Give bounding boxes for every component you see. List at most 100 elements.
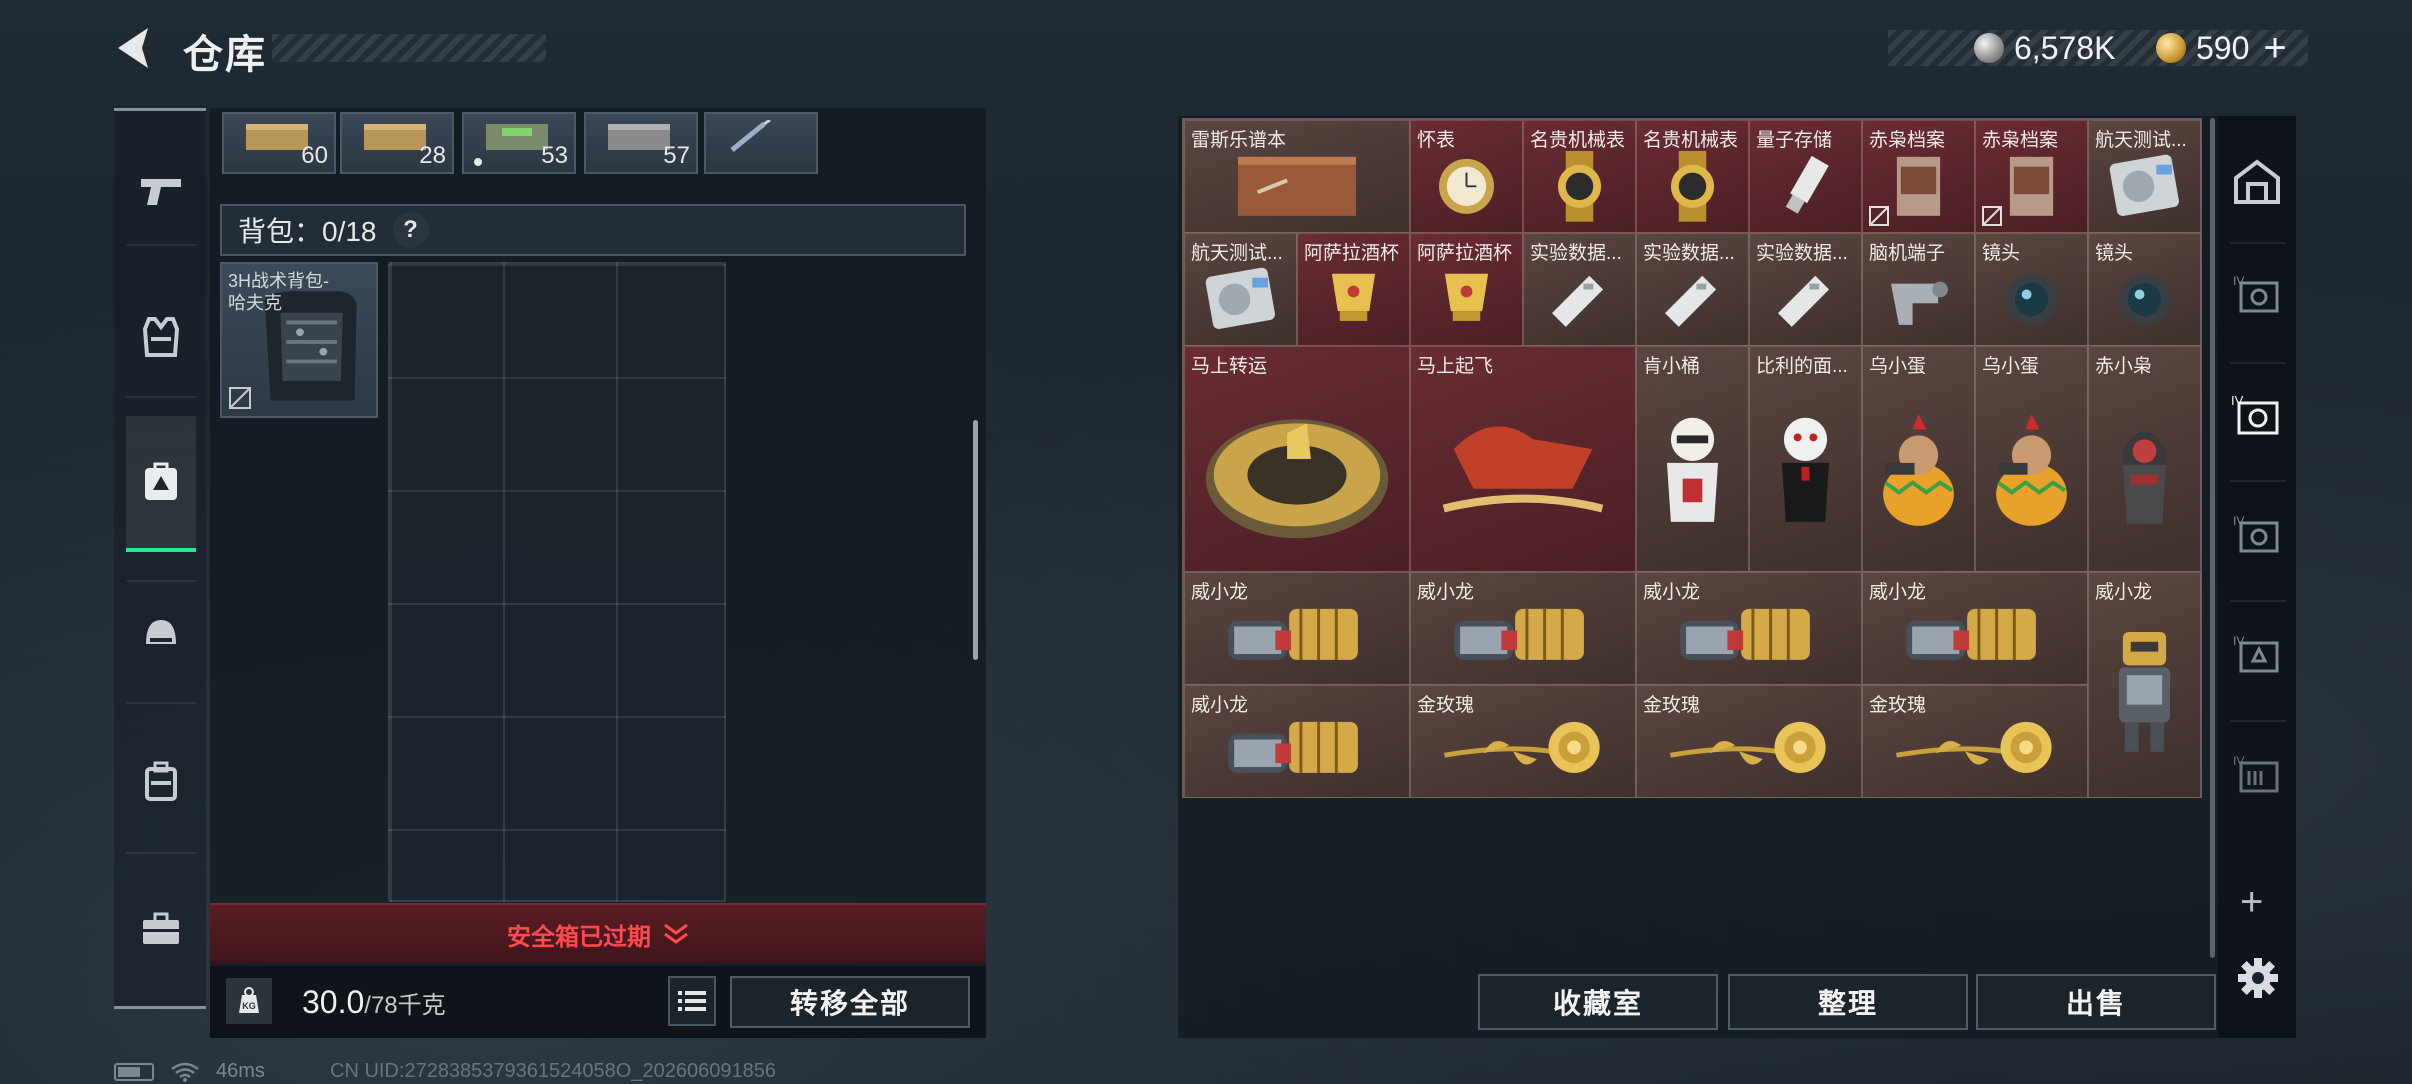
warehouse-item-slot[interactable]: 威小龙 — [1636, 572, 1862, 685]
item-name: 肯小桶 — [1643, 356, 1701, 377]
warehouse-item-slot[interactable]: 马上转运 — [1184, 346, 1410, 572]
list-view-button[interactable] — [668, 976, 716, 1026]
storage-tab-icon: IV — [2233, 754, 2279, 793]
warehouse-item-slot[interactable]: 乌小蛋 — [1975, 346, 2088, 572]
back-arrow-icon[interactable] — [112, 24, 156, 72]
item-name: 雷斯乐谱本 — [1191, 130, 1287, 151]
rail-toolbox[interactable] — [126, 884, 196, 974]
warehouse-scrollbar[interactable] — [2210, 118, 2215, 958]
warehouse-item-slot[interactable]: 镜头 — [1975, 233, 2088, 346]
storage-tab-icon: IV — [2231, 393, 2279, 435]
warehouse-item-slot[interactable]: 乌小蛋 — [1862, 346, 1975, 572]
tab-vault[interactable] — [2224, 148, 2290, 214]
gold-coin-icon — [2156, 33, 2186, 63]
item-name: 马上转运 — [1191, 356, 1268, 377]
warehouse-item-slot[interactable]: 怀表 — [1410, 120, 1523, 233]
item-name: 威小龙 — [1643, 582, 1701, 603]
rail-bottom-line — [114, 1006, 206, 1009]
armor-vest-icon — [142, 317, 180, 357]
warehouse-item-slot[interactable]: 实验数据... — [1636, 233, 1749, 346]
rail-top-line — [114, 108, 206, 111]
transfer-all-button[interactable]: 转移全部 — [730, 976, 970, 1028]
item-name: 金玫瑰 — [1869, 695, 1927, 716]
warehouse-item-slot[interactable]: 名贵机械表 — [1636, 120, 1749, 233]
stack-slot[interactable]: 57 — [584, 112, 698, 174]
item-name: 乌小蛋 — [1982, 356, 2040, 377]
battery-icon — [114, 1062, 154, 1081]
warehouse-item-slot[interactable]: 赤枭档案 — [1975, 120, 2088, 233]
stack-slot[interactable]: 53 — [462, 112, 576, 174]
warehouse-item-slot[interactable]: 比利的面... — [1749, 346, 1862, 572]
wifi-icon — [171, 1062, 199, 1082]
warehouse-item-slot[interactable]: 阿萨拉酒杯 — [1297, 233, 1410, 346]
warehouse-item-slot[interactable]: 脑机端子 — [1862, 233, 1975, 346]
warehouse-item-slot[interactable]: 马上起飞 — [1410, 346, 1636, 572]
tab-storage-1[interactable]: IV — [2224, 262, 2290, 328]
tab-storage-4[interactable]: IV — [2224, 622, 2290, 688]
rail-bag-active[interactable] — [126, 416, 196, 552]
tab-storage-5[interactable]: IV — [2224, 742, 2290, 808]
silver-currency-value: 6,578K — [2014, 29, 2116, 66]
warehouse-item-slot[interactable]: 威小龙 — [1184, 685, 1410, 798]
rail-weapons[interactable] — [126, 146, 196, 236]
warehouse-item-slot[interactable]: 威小龙 — [1184, 572, 1410, 685]
sort-button[interactable]: 整理 — [1728, 974, 1968, 1030]
warehouse-item-slot[interactable]: 阿萨拉酒杯 — [1410, 233, 1523, 346]
backpack-capacity: 背包：0/18 — [238, 216, 377, 247]
stack-slot[interactable]: 28 — [340, 112, 454, 174]
warehouse-item-slot[interactable]: 量子存储 — [1749, 120, 1862, 233]
rail-backpack[interactable] — [126, 736, 196, 826]
rail-helmet[interactable] — [126, 588, 196, 678]
category-rail — [114, 108, 206, 1008]
warehouse-item-slot[interactable]: 实验数据... — [1749, 233, 1862, 346]
stack-slot[interactable]: 60 — [222, 112, 336, 174]
warehouse-item-slot[interactable]: 名贵机械表 — [1523, 120, 1636, 233]
backpack-item-slot[interactable]: 3H战术背包- 哈夫克 — [220, 262, 378, 418]
backpack-header: 背包：0/18 ? — [220, 204, 966, 256]
egg-soldier-figure-icon — [1883, 413, 1954, 526]
warehouse-item-slot[interactable]: 肯小桶 — [1636, 346, 1749, 572]
stack-slot[interactable] — [704, 112, 818, 174]
warehouse-item-slot[interactable]: 威小龙 — [1862, 572, 2088, 685]
backpack-grid[interactable] — [388, 262, 726, 902]
add-storage-button[interactable]: + — [2240, 880, 2263, 925]
warehouse-item-slot[interactable]: 赤小枭 — [2088, 346, 2201, 572]
svg-text:IV: IV — [2233, 274, 2244, 288]
warehouse-item-slot[interactable]: 实验数据... — [1523, 233, 1636, 346]
item-name: 镜头 — [1982, 243, 2021, 264]
item-name: 脑机端子 — [1869, 243, 1946, 264]
robot-figure-icon — [2118, 631, 2171, 752]
warehouse-item-slot[interactable]: 金玫瑰 — [1636, 685, 1862, 798]
warehouse-item-slot[interactable]: 航天测试... — [2088, 120, 2201, 233]
backpack-icon — [145, 761, 177, 801]
svg-text:IV: IV — [2233, 754, 2244, 768]
item-name: 赤枭档案 — [1869, 130, 1946, 151]
egg-soldier-figure-icon — [1996, 413, 2067, 526]
gear-icon[interactable] — [2236, 956, 2280, 1000]
warehouse-item-slot[interactable]: 镜头 — [2088, 233, 2201, 346]
warehouse-item-slot[interactable]: 金玫瑰 — [1862, 685, 2088, 798]
add-currency-button[interactable]: + — [2263, 26, 2286, 71]
storage-tab-icon: IV — [2233, 514, 2279, 553]
sell-button[interactable]: 出售 — [1976, 974, 2216, 1030]
warehouse-item-slot[interactable]: 航天测试... — [1184, 233, 1297, 346]
warehouse-item-slot[interactable]: 威小龙 — [2088, 572, 2201, 798]
svg-text:IV: IV — [2231, 393, 2244, 408]
storage-scrollbar[interactable] — [973, 420, 978, 660]
rail-armor[interactable] — [126, 292, 196, 382]
safe-box-expired-banner[interactable]: 安全箱已过期 — [210, 903, 986, 963]
status-bar: 46ms — [114, 1060, 265, 1083]
item-name: 威小龙 — [1191, 695, 1249, 716]
kg-weight-icon: KG — [239, 987, 259, 1013]
help-button[interactable]: ? — [392, 212, 429, 248]
warehouse-item-slot[interactable]: 金玫瑰 — [1410, 685, 1636, 798]
weight-value: 30.0 — [302, 984, 365, 1020]
warehouse-item-slot[interactable]: 雷斯乐谱本 — [1184, 120, 1410, 233]
warehouse-item-slot[interactable]: 赤枭档案 — [1862, 120, 1975, 233]
warehouse-item-slot[interactable]: 威小龙 — [1410, 572, 1636, 685]
storage-tab-icon: IV — [2233, 634, 2279, 673]
tab-storage-2-active[interactable]: IV — [2224, 382, 2290, 448]
collection-room-button[interactable]: 收藏室 — [1478, 974, 1718, 1030]
expired-notice: 安全箱已过期 — [507, 923, 651, 951]
tab-storage-3[interactable]: IV — [2224, 502, 2290, 568]
